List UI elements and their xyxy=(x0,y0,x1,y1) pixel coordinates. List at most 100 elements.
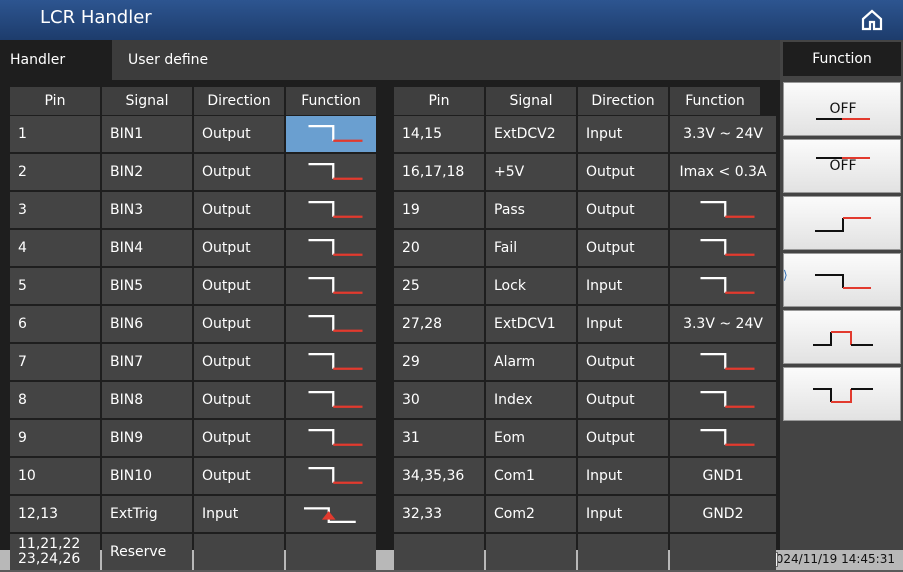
right-row-3-pin[interactable]: 19 xyxy=(394,192,484,228)
right-row-9-function[interactable] xyxy=(670,420,776,456)
right-row-12-dir[interactable] xyxy=(578,534,668,570)
right-row-7-function[interactable] xyxy=(670,344,776,380)
right-row-12-signal[interactable] xyxy=(486,534,576,570)
function-button-negative-pulse[interactable] xyxy=(783,367,901,421)
left-row-3-dir[interactable]: Output xyxy=(194,192,284,228)
left-row-6-dir[interactable]: Output xyxy=(194,306,284,342)
function-button-falling-edge[interactable] xyxy=(783,253,901,307)
right-row-11-pin[interactable]: 32,33 xyxy=(394,496,484,532)
left-row-2-function[interactable] xyxy=(286,154,376,190)
left-row-10-signal[interactable]: BIN10 xyxy=(102,458,192,494)
right-row-9-pin[interactable]: 31 xyxy=(394,420,484,456)
left-row-1-pin[interactable]: 1 xyxy=(10,116,100,152)
left-row-12-pin[interactable]: 11,21,22 23,24,26 xyxy=(10,534,100,570)
function-button-positive-pulse[interactable] xyxy=(783,310,901,364)
left-row-4-pin[interactable]: 4 xyxy=(10,230,100,266)
right-row-4-function[interactable] xyxy=(670,230,776,266)
right-row-1-function[interactable]: 3.3V ~ 24V xyxy=(670,116,776,152)
left-row-5-function[interactable] xyxy=(286,268,376,304)
left-row-2-pin[interactable]: 2 xyxy=(10,154,100,190)
right-row-3-function[interactable] xyxy=(670,192,776,228)
right-row-7-pin[interactable]: 29 xyxy=(394,344,484,380)
home-icon[interactable] xyxy=(860,8,884,32)
left-row-1-function[interactable] xyxy=(286,116,376,152)
left-row-8-dir[interactable]: Output xyxy=(194,382,284,418)
function-button-rising-edge[interactable] xyxy=(783,196,901,250)
left-row-5-signal[interactable]: BIN5 xyxy=(102,268,192,304)
right-row-8-dir[interactable]: Output xyxy=(578,382,668,418)
right-row-11-dir[interactable]: Input xyxy=(578,496,668,532)
left-row-8-function[interactable] xyxy=(286,382,376,418)
left-row-12-function[interactable] xyxy=(286,534,376,570)
right-row-6-signal[interactable]: ExtDCV1 xyxy=(486,306,576,342)
right-row-11-signal[interactable]: Com2 xyxy=(486,496,576,532)
left-row-11-dir[interactable]: Input xyxy=(194,496,284,532)
right-row-8-pin[interactable]: 30 xyxy=(394,382,484,418)
left-row-6-function[interactable] xyxy=(286,306,376,342)
left-row-12-signal[interactable]: Reserve xyxy=(102,534,192,570)
left-row-7-signal[interactable]: BIN7 xyxy=(102,344,192,380)
right-row-10-pin[interactable]: 34,35,36 xyxy=(394,458,484,494)
left-row-9-pin[interactable]: 9 xyxy=(10,420,100,456)
right-row-10-function[interactable]: GND1 xyxy=(670,458,776,494)
left-row-7-pin[interactable]: 7 xyxy=(10,344,100,380)
left-row-9-dir[interactable]: Output xyxy=(194,420,284,456)
left-row-4-signal[interactable]: BIN4 xyxy=(102,230,192,266)
function-button-off-high[interactable]: OFF xyxy=(783,139,901,193)
left-row-5-dir[interactable]: Output xyxy=(194,268,284,304)
right-row-12-pin[interactable] xyxy=(394,534,484,570)
left-row-1-signal[interactable]: BIN1 xyxy=(102,116,192,152)
right-row-2-dir[interactable]: Output xyxy=(578,154,668,190)
right-row-6-function[interactable]: 3.3V ~ 24V xyxy=(670,306,776,342)
right-row-1-dir[interactable]: Input xyxy=(578,116,668,152)
right-row-2-signal[interactable]: +5V xyxy=(486,154,576,190)
left-row-6-signal[interactable]: BIN6 xyxy=(102,306,192,342)
left-row-7-function[interactable] xyxy=(286,344,376,380)
right-row-12-function[interactable] xyxy=(670,534,776,570)
right-row-5-pin[interactable]: 25 xyxy=(394,268,484,304)
right-row-4-pin[interactable]: 20 xyxy=(394,230,484,266)
tab-user-define[interactable]: User define xyxy=(112,40,312,80)
right-row-3-signal[interactable]: Pass xyxy=(486,192,576,228)
right-row-4-dir[interactable]: Output xyxy=(578,230,668,266)
left-row-11-signal[interactable]: ExtTrig xyxy=(102,496,192,532)
left-row-11-pin[interactable]: 12,13 xyxy=(10,496,100,532)
right-row-11-function[interactable]: GND2 xyxy=(670,496,776,532)
left-row-11-function[interactable] xyxy=(286,496,376,532)
right-row-5-function[interactable] xyxy=(670,268,776,304)
right-row-6-pin[interactable]: 27,28 xyxy=(394,306,484,342)
right-row-1-signal[interactable]: ExtDCV2 xyxy=(486,116,576,152)
right-row-10-signal[interactable]: Com1 xyxy=(486,458,576,494)
left-row-6-pin[interactable]: 6 xyxy=(10,306,100,342)
left-row-10-dir[interactable]: Output xyxy=(194,458,284,494)
left-row-3-pin[interactable]: 3 xyxy=(10,192,100,228)
left-row-10-function[interactable] xyxy=(286,458,376,494)
right-row-7-dir[interactable]: Output xyxy=(578,344,668,380)
right-row-2-function[interactable]: Imax < 0.3A xyxy=(670,154,776,190)
right-row-1-pin[interactable]: 14,15 xyxy=(394,116,484,152)
left-row-3-signal[interactable]: BIN3 xyxy=(102,192,192,228)
right-row-5-signal[interactable]: Lock xyxy=(486,268,576,304)
right-row-8-signal[interactable]: Index xyxy=(486,382,576,418)
left-row-9-signal[interactable]: BIN9 xyxy=(102,420,192,456)
left-row-8-signal[interactable]: BIN8 xyxy=(102,382,192,418)
left-row-8-pin[interactable]: 8 xyxy=(10,382,100,418)
right-row-7-signal[interactable]: Alarm xyxy=(486,344,576,380)
left-row-2-signal[interactable]: BIN2 xyxy=(102,154,192,190)
right-row-10-dir[interactable]: Input xyxy=(578,458,668,494)
right-row-9-dir[interactable]: Output xyxy=(578,420,668,456)
right-row-5-dir[interactable]: Input xyxy=(578,268,668,304)
left-row-9-function[interactable] xyxy=(286,420,376,456)
right-row-6-dir[interactable]: Input xyxy=(578,306,668,342)
left-row-5-pin[interactable]: 5 xyxy=(10,268,100,304)
right-row-3-dir[interactable]: Output xyxy=(578,192,668,228)
left-row-4-dir[interactable]: Output xyxy=(194,230,284,266)
right-row-9-signal[interactable]: Eom xyxy=(486,420,576,456)
left-row-1-dir[interactable]: Output xyxy=(194,116,284,152)
right-row-8-function[interactable] xyxy=(670,382,776,418)
left-row-3-function[interactable] xyxy=(286,192,376,228)
left-row-10-pin[interactable]: 10 xyxy=(10,458,100,494)
function-button-off-low[interactable]: OFF xyxy=(783,82,901,136)
right-row-4-signal[interactable]: Fail xyxy=(486,230,576,266)
left-row-12-dir[interactable] xyxy=(194,534,284,570)
